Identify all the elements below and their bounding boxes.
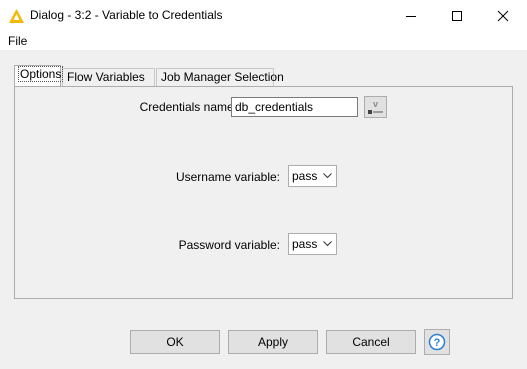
help-icon: ? <box>428 333 446 351</box>
tab-flow-variables-label: Flow Variables <box>67 70 145 84</box>
credentials-name-label: Credentials name: <box>139 100 237 114</box>
maximize-icon <box>452 11 462 21</box>
password-variable-value: pass <box>292 237 318 251</box>
options-panel <box>14 86 513 299</box>
tab-options-label: Options <box>17 66 64 82</box>
minimize-button[interactable] <box>388 0 434 32</box>
help-button[interactable]: ? <box>424 329 450 355</box>
svg-text:v: v <box>373 99 378 109</box>
title-bar: Dialog - 3:2 - Variable to Credentials <box>0 0 527 32</box>
tab-job-manager-label: Job Manager Selection <box>161 70 284 84</box>
app-warning-icon <box>8 8 25 24</box>
credentials-name-input[interactable] <box>231 97 358 117</box>
menu-bar: File <box>0 32 527 50</box>
chevron-down-icon <box>323 241 332 247</box>
password-variable-label: Password variable: <box>178 238 280 252</box>
password-variable-select[interactable]: pass <box>288 233 337 255</box>
tab-flow-variables[interactable]: Flow Variables <box>62 68 155 87</box>
ok-button[interactable]: OK <box>130 330 220 354</box>
window-title: Dialog - 3:2 - Variable to Credentials <box>30 8 223 22</box>
chevron-down-icon <box>323 173 332 179</box>
cancel-button[interactable]: Cancel <box>326 330 416 354</box>
username-variable-select[interactable]: pass <box>288 165 337 187</box>
tab-options[interactable]: Options <box>14 65 64 86</box>
close-button[interactable] <box>480 0 526 32</box>
menu-item-file[interactable]: File <box>8 34 27 48</box>
username-variable-label: Username variable: <box>175 170 280 184</box>
flow-variable-button[interactable]: v <box>364 96 387 118</box>
tab-job-manager-selection[interactable]: Job Manager Selection <box>156 68 284 87</box>
svg-text:?: ? <box>434 337 441 349</box>
username-variable-value: pass <box>292 169 318 183</box>
apply-button[interactable]: Apply <box>228 330 318 354</box>
minimize-icon <box>406 16 416 17</box>
flow-variable-icon: v <box>368 99 383 114</box>
maximize-button[interactable] <box>434 0 480 32</box>
close-icon <box>497 10 509 22</box>
